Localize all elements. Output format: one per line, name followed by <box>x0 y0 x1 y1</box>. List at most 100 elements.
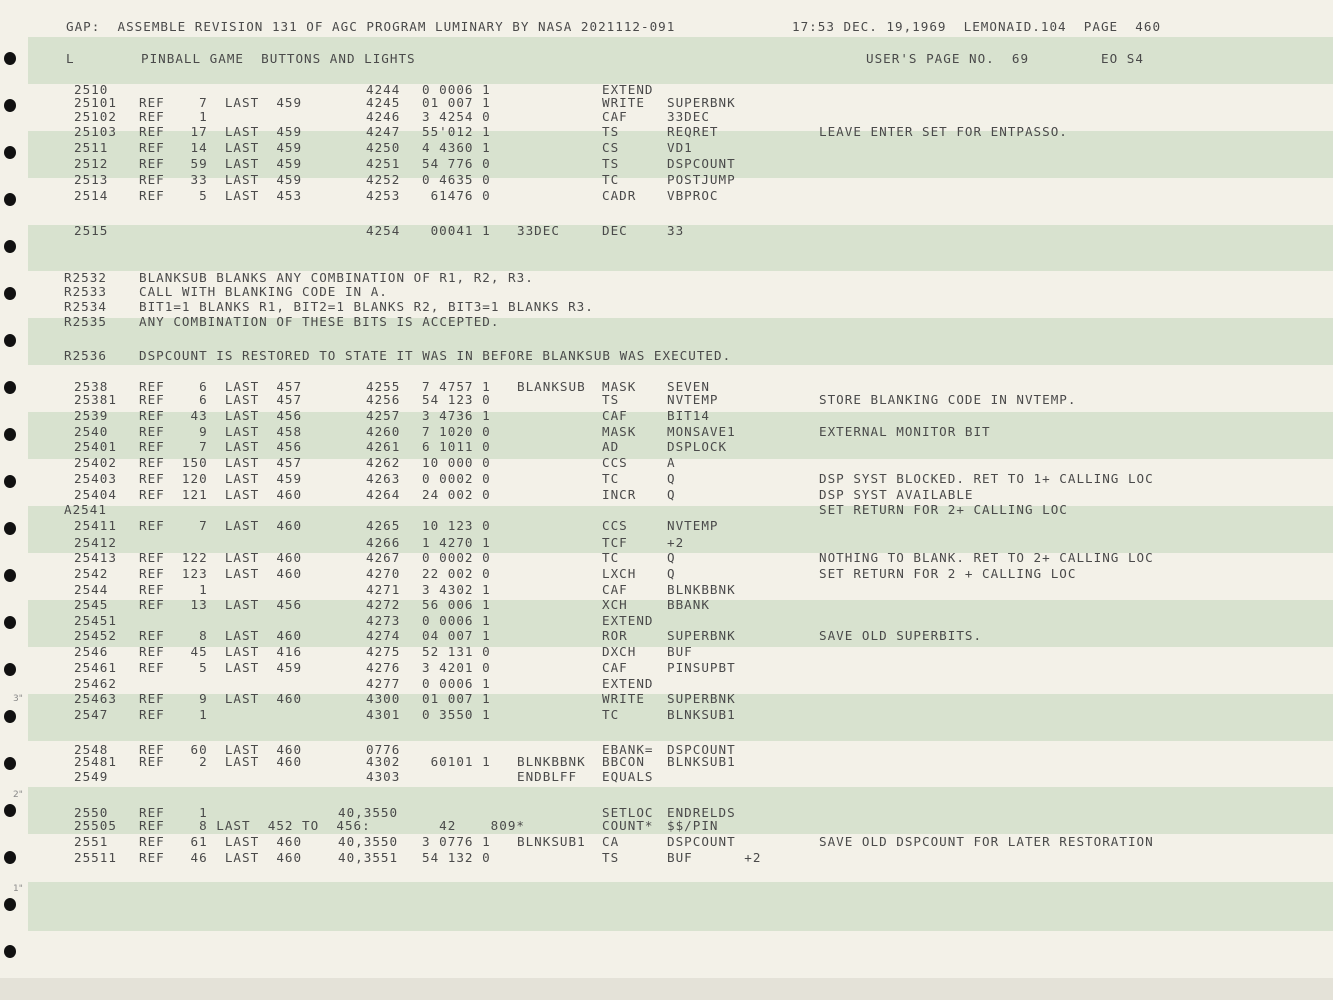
line-comment: SET RETURN FOR 2+ CALLING LOC <box>819 502 1068 517</box>
line-comment: SAVE OLD SUPERBITS. <box>819 628 983 643</box>
line-data: 0 4635 0 <box>422 172 491 187</box>
line-ref: REF 46 LAST 460 <box>139 850 303 865</box>
page-bottom-edge <box>0 978 1333 1000</box>
green-bar <box>28 882 1333 931</box>
line-data: 3 4201 0 <box>422 660 491 675</box>
line-op: DEC <box>602 223 628 238</box>
inch-mark: 2" <box>13 790 23 800</box>
line-data: 3 4736 1 <box>422 408 491 423</box>
line-data: 3 0776 1 <box>422 834 491 849</box>
line-addr: 4253 <box>366 188 401 203</box>
line-operand: BUF <box>667 644 693 659</box>
line-ref: REF 61 LAST 460 <box>139 834 303 849</box>
feed-hole <box>4 898 16 911</box>
line-addr: 4266 <box>366 535 401 550</box>
line-addr: 4271 <box>366 582 401 597</box>
line-op: EXTEND <box>602 676 654 691</box>
line-addr: 4252 <box>366 172 401 187</box>
line-id: 2540 <box>74 424 109 439</box>
line-addr: 4246 <box>366 109 401 124</box>
line-id: 25413 <box>74 550 117 565</box>
line-id: 2539 <box>74 408 109 423</box>
line-id: 25461 <box>74 660 117 675</box>
line-operand: REQRET <box>667 124 719 139</box>
line-addr: 4251 <box>366 156 401 171</box>
line-operand: BBANK <box>667 597 710 612</box>
line-ref: REF 7 LAST 459 <box>139 95 303 110</box>
feed-hole <box>4 945 16 958</box>
line-op: WRITE <box>602 95 645 110</box>
line-addr: 4303 <box>366 769 401 784</box>
line-addr: 4247 <box>366 124 401 139</box>
line-data: 01 007 1 <box>422 95 491 110</box>
feed-hole <box>4 710 16 723</box>
line-data: 0 0006 1 <box>422 613 491 628</box>
line-data: 10 000 0 <box>422 455 491 470</box>
line-op: DXCH <box>602 644 637 659</box>
line-id: 25412 <box>74 535 117 550</box>
line-data: 24 002 0 <box>422 487 491 502</box>
line-label: BLNKBBNK <box>517 754 586 769</box>
section-type: L <box>66 51 75 66</box>
line-ref: REF 150 LAST 457 <box>139 455 303 470</box>
line-ref: REF 43 LAST 456 <box>139 408 303 423</box>
line-id: 2549 <box>74 769 109 784</box>
line-ref: REF 1 <box>139 109 208 124</box>
line-data: 3 4302 1 <box>422 582 491 597</box>
line-operand: A <box>667 455 676 470</box>
line-addr: 4250 <box>366 140 401 155</box>
line-operand: PINSUPBT <box>667 660 736 675</box>
feed-hole <box>4 99 16 112</box>
line-ref: REF 121 LAST 460 <box>139 487 303 502</box>
line-id: 25452 <box>74 628 117 643</box>
line-data: 42 809* <box>422 818 525 833</box>
line-op: CAF <box>602 660 628 675</box>
line-comment: EXTERNAL MONITOR BIT <box>819 424 991 439</box>
line-data: 0 0002 0 <box>422 471 491 486</box>
line-data: 01 007 1 <box>422 691 491 706</box>
line-operand: POSTJUMP <box>667 172 736 187</box>
line-ref: REF 122 LAST 460 <box>139 550 303 565</box>
line-addr: 40,3551 <box>338 850 399 865</box>
line-op: LXCH <box>602 566 637 581</box>
line-addr: 4264 <box>366 487 401 502</box>
user-page-number: USER'S PAGE NO. 69 <box>866 51 1030 66</box>
line-comment: STORE BLANKING CODE IN NVTEMP. <box>819 392 1077 407</box>
feed-hole <box>4 287 16 300</box>
line-operand: VBPROC <box>667 188 719 203</box>
line-operand: NVTEMP <box>667 392 719 407</box>
feed-hole <box>4 804 16 817</box>
line-id: 2547 <box>74 707 109 722</box>
line-data: 52 131 0 <box>422 644 491 659</box>
line-operand: SUPERBNK <box>667 628 736 643</box>
line-id: 25102 <box>74 109 117 124</box>
inch-mark: 1" <box>13 884 23 894</box>
line-comment: SET RETURN FOR 2 + CALLING LOC <box>819 566 1077 581</box>
line-id: 25463 <box>74 691 117 706</box>
line-addr: 4263 <box>366 471 401 486</box>
line-ref: REF 120 LAST 459 <box>139 471 303 486</box>
line-id: 25402 <box>74 455 117 470</box>
line-ref: BLANKSUB BLANKS ANY COMBINATION OF R1, R… <box>139 270 534 285</box>
line-ref: REF 13 LAST 456 <box>139 597 303 612</box>
line-op: TCF <box>602 535 628 550</box>
line-id: 25101 <box>74 95 117 110</box>
line-ref: REF 8 LAST 452 TO 456: <box>139 818 371 833</box>
line-id: 25451 <box>74 613 117 628</box>
line-op: TS <box>602 124 620 139</box>
line-addr: 4301 <box>366 707 401 722</box>
line-ref: REF 7 LAST 460 <box>139 518 303 533</box>
line-data: 22 002 0 <box>422 566 491 581</box>
line-op: CAF <box>602 109 628 124</box>
line-ref: REF 9 LAST 458 <box>139 424 303 439</box>
line-op: CAF <box>602 408 628 423</box>
feed-hole <box>4 616 16 629</box>
line-data: 3 4254 0 <box>422 109 491 124</box>
line-operand: Q <box>667 550 676 565</box>
line-ref: REF 6 LAST 457 <box>139 392 303 407</box>
line-op: TS <box>602 156 620 171</box>
line-operand: Q <box>667 487 676 502</box>
line-id: 25401 <box>74 439 117 454</box>
line-operand: DSPCOUNT <box>667 156 736 171</box>
line-id: R2535 <box>64 314 107 329</box>
